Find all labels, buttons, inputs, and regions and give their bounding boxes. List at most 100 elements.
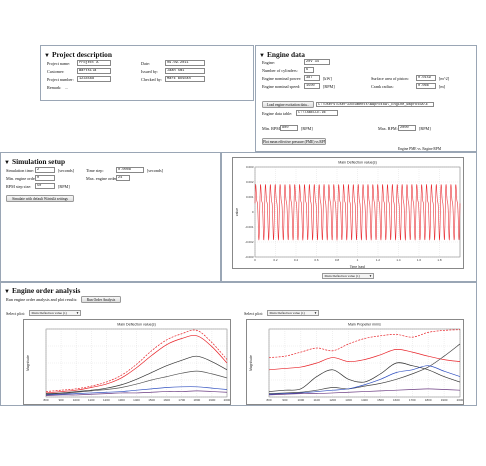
x-tick-label: 1000 [297,398,304,402]
max-rpm-label: Max. RPM: [378,126,398,131]
remark-value[interactable]: ... [65,85,68,90]
order-deflection-chart: Main Deflection value(s) Magnitude 800 900 1… [23,319,231,405]
right-plot-select[interactable]: Main Deflection value (1) ▼ [267,310,319,316]
y-axis-label: Magnitude [26,355,30,371]
time-step-unit: [seconds] [147,168,164,173]
x-tick-label: 0.6 [314,258,319,262]
simulation-time-input[interactable]: 2 [35,167,55,173]
simulate-default-button[interactable]: Simulate with default Wärtsilä settings [6,195,74,202]
min-order-input[interactable]: 0 [35,175,55,181]
x-tick-label: 1300 [118,398,125,402]
project-description-title[interactable]: ▼ Project description [44,50,112,59]
rpm-step-unit: [RPM] [58,184,70,189]
date-label: Date: [141,61,151,66]
y-tick-label: 0.003 [246,165,254,169]
y-axis-label: Magnitude [249,355,253,371]
x-tick-label: 1.8 [437,258,442,262]
project-name-input[interactable]: Project A [77,60,111,66]
engine-order-title[interactable]: ▼ Engine order analysis [4,286,80,295]
x-tick-label: 1300 [345,398,352,402]
customer-input[interactable]: Wärtsilä [77,68,111,74]
x-tick-label: 1500 [148,398,155,402]
engine-data-title[interactable]: ▼ Engine data [259,50,305,59]
project-number-label: Project number: [47,77,74,82]
x-tick-label: 1.6 [417,258,422,262]
excitation-path-input[interactable]: C:\Users\user\Documents\WaprotoA\_Engine… [316,101,434,107]
checked-by-input[interactable]: Mark Boscan [165,76,205,82]
chevron-down-icon: ▼ [76,311,79,315]
nominal-power-input[interactable]: 387 [304,75,320,81]
order-instruction: Run engine order analysis and plot resul… [6,297,78,302]
collapse-triangle-icon[interactable]: ▼ [259,53,265,59]
time-step-input[interactable]: 0.0008 [116,167,144,173]
nominal-speed-input[interactable]: 1500 [304,83,320,89]
x-tick-label: 0 [254,258,256,262]
piston-area-input[interactable]: 0.0159 [416,75,436,81]
y-tick-label: 0 [252,210,254,214]
y-tick-label: -0.003 [245,255,254,259]
engine-input[interactable]: 20V 34 [304,59,330,65]
x-tick-label: 1700 [178,398,185,402]
x-tick-label: 1100 [88,398,95,402]
simulation-setup-title[interactable]: ▼ Simulation setup [4,157,65,166]
date-input[interactable]: 09.09.2011 [165,60,205,66]
plot-pme-button[interactable]: Plot mean effective pressure (PME) vs RP… [262,138,326,145]
simulation-plot-select[interactable]: Main Deflection value (1) ▼ [322,273,374,279]
x-tick-label: 2000 [224,398,231,402]
x-tick-label: 900 [59,398,64,402]
x-tick-label: 1200 [103,398,110,402]
x-tick-label: 1.2 [376,258,381,262]
right-plot-select-value: Main Deflection value (1) [269,311,305,315]
rpm-step-label: RPM step size: [6,184,32,189]
run-order-analysis-button[interactable]: Run Order Analysis [81,295,121,303]
rpm-step-input[interactable]: 50 [35,183,55,189]
speed-unit: [RPM] [323,84,335,89]
project-description-panel: ▼ Project description Project name: Proje… [40,45,254,101]
load-excitation-button[interactable]: Load engine excitation data... [262,101,314,108]
x-axis-label: Time [sec] [350,265,366,269]
collapse-triangle-icon[interactable]: ▼ [4,289,10,295]
x-tick-label: 1 [357,258,359,262]
x-tick-label: 0.4 [294,258,299,262]
x-tick-label: 800 [43,398,48,402]
max-rpm-input[interactable]: 2000 [398,125,416,131]
max-order-label: Max. engine order: [86,176,118,181]
order-propeller-chart: Main Propeller mm/s Magnitude 800 900 1000 11… [246,319,464,405]
max-order-input[interactable]: 24 [116,175,130,181]
collapse-triangle-icon[interactable]: ▼ [4,160,10,166]
simulation-time-unit: [seconds] [58,168,75,173]
crank-radius-label: Crank radius: [371,84,394,89]
x-tick-label: 1800 [193,398,200,402]
max-rpm-unit: [RPM] [419,126,431,131]
x-tick-label: 1600 [393,398,400,402]
time-step-label: Time step: [86,168,104,173]
issued-by-label: Issued by: [141,69,159,74]
panel-title-text: Project description [51,50,112,59]
engine-label: Engine: [262,60,276,65]
project-number-input[interactable]: 1234568 [77,76,111,82]
engine-data-panel: ▼ Engine data Engine: 20V 34 Number of cy… [255,45,477,152]
chart-title: Main Deflection value(s) [117,323,156,327]
piston-area-label: Surface area of piston: [371,76,409,81]
right-select-label: Select plot: [244,311,263,316]
cylinders-label: Number of cylinders: [262,68,298,73]
x-tick-label: 0.2 [273,258,278,262]
chevron-down-icon: ▼ [314,311,317,315]
crank-radius-input[interactable]: 0.066 [416,83,436,89]
panel-title-text: Simulation setup [11,157,66,166]
issued-by-input[interactable]: Jaan Smi [165,68,205,74]
simulation-setup-panel: ▼ Simulation setup Simulation time: 2 [se… [0,152,221,282]
min-rpm-input[interactable]: 800 [280,125,298,131]
x-tick-label: 800 [266,398,271,402]
engine-data-table-input[interactable]: C:\TABELLE.DE [296,110,338,116]
min-order-label: Min. engine order: [6,176,38,181]
y-axis-label: value [235,208,239,216]
left-plot-select[interactable]: Main Deflection value (1) ▼ [29,310,81,316]
x-tick-label: 1100 [314,398,321,402]
x-tick-label: 2000 [457,398,464,402]
piston-area-unit: [m^2] [439,76,450,81]
left-select-label: Select plot: [6,311,25,316]
cylinders-input[interactable]: 6 [304,67,314,73]
collapse-triangle-icon[interactable]: ▼ [44,53,50,59]
chevron-down-icon: ▼ [369,274,372,278]
